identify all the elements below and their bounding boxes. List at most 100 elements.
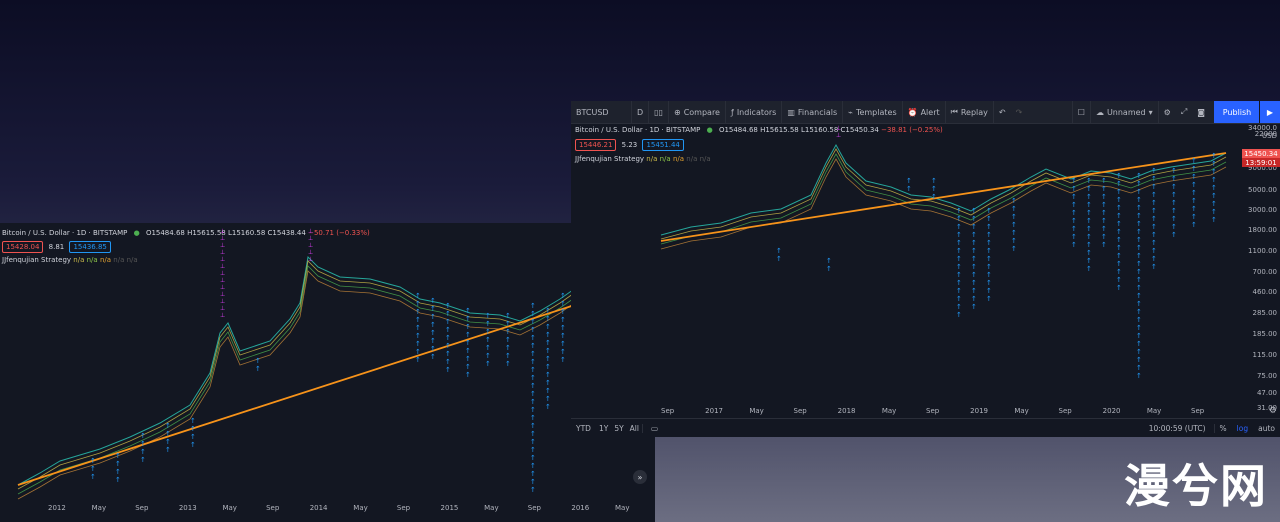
buy-arrow: ↑ (1136, 284, 1142, 292)
buy-arrow: ↑ (140, 448, 146, 456)
buy-arrow: ↑ (1086, 241, 1092, 249)
fullscreen-toggle[interactable]: ☐ (1071, 101, 1090, 123)
expand-button[interactable]: ⤢ (1176, 101, 1192, 123)
compare-label: Compare (683, 107, 720, 117)
buy-arrow: ↑ (1136, 252, 1142, 260)
buy-arrow: ↑ (1136, 324, 1142, 332)
range-ytd[interactable]: YTD (571, 424, 596, 433)
settings-button[interactable]: ⚙ (1157, 101, 1176, 123)
buy-arrow: ↑ (505, 352, 511, 360)
buy-arrow: ↑ (1086, 217, 1092, 225)
buy-arrow: ↑ (545, 339, 551, 347)
y-axis-tick: 460.00 (1252, 288, 1278, 296)
buy-arrow: ↑ (1136, 300, 1142, 308)
x-axis-tick: 2017 (705, 407, 723, 415)
buy-arrow: ↑ (1171, 167, 1177, 175)
redo-button[interactable]: ↷ (1011, 101, 1028, 123)
x-axis-tick: 2020 (1102, 407, 1121, 415)
buy-arrow: ↑ (1151, 207, 1157, 215)
buy-arrow: ↑ (1011, 237, 1017, 245)
sell-marker: ⊥ (220, 235, 225, 242)
buy-arrow: ↑ (1011, 229, 1017, 237)
redo-icon: ↷ (1015, 107, 1023, 117)
indicators-button[interactable]: ƒ Indicators (724, 101, 781, 123)
buy-arrow: ↑ (190, 433, 196, 441)
buy-arrow: ↑ (986, 295, 992, 303)
buy-arrow: ↑ (1136, 244, 1142, 252)
buy-arrow: ↑ (485, 352, 491, 360)
x-axis-tick: May (615, 504, 630, 512)
auto-toggle[interactable]: auto (1253, 424, 1280, 433)
buy-arrow: ↑ (986, 255, 992, 263)
buy-arrow: ↑ (1191, 213, 1197, 221)
sell-marker: ⊥ (220, 263, 225, 270)
left-chart-canvas[interactable]: ↑↑↑↑↑↑↑↑↑↑↑↑↑↑↑↑↑↑↑↑↑↑↑↑↑↑↑↑↑↑↑↑↑↑↑↑↑↑↑↑… (0, 223, 655, 503)
sell-marker: ⊥ (308, 256, 313, 263)
buy-arrow: ↑ (1116, 244, 1122, 252)
buy-arrow: ↑ (986, 263, 992, 271)
undo-button[interactable]: ↶ (992, 101, 1011, 123)
buy-arrow: ↑ (190, 417, 196, 425)
buy-arrow: ↑ (956, 247, 962, 255)
buy-arrow: ↑ (986, 279, 992, 287)
buy-arrow: ↑ (485, 344, 491, 352)
buy-arrow: ↑ (1151, 231, 1157, 239)
buy-arrow: ↑ (415, 324, 421, 332)
buy-arrow: ↑ (530, 366, 536, 374)
buy-arrow: ↑ (445, 358, 451, 366)
log-toggle[interactable]: log (1232, 424, 1253, 433)
x-axis-tick: 2018 (837, 407, 856, 415)
interval-button[interactable]: D (631, 101, 648, 123)
buy-arrow: ↑ (1071, 201, 1077, 209)
buy-arrow: ↑ (956, 207, 962, 215)
publish-label: Publish (1222, 107, 1252, 117)
range-5y[interactable]: 5Y (611, 424, 626, 433)
publish-button[interactable]: Publish (1214, 101, 1260, 123)
goto-date-icon[interactable]: ▭ (641, 424, 666, 433)
percent-toggle[interactable]: % (1213, 424, 1232, 433)
buy-arrow: ↑ (1151, 255, 1157, 263)
range-all[interactable]: All (627, 424, 642, 433)
buy-arrow: ↑ (1116, 284, 1122, 292)
symbol-search[interactable]: BTCUSD (571, 101, 631, 123)
sell-marker: ⊥ (836, 132, 841, 139)
symbol-label: BTCUSD (576, 107, 609, 117)
x-axis-tick: Sep (926, 407, 940, 415)
financials-button[interactable]: ▥ Financials (781, 101, 842, 123)
axis-settings-icon[interactable]: ⚙ (1269, 406, 1277, 416)
bottom-toolbar: YTD 1Y 5Y All ▭ 10:00:59 (UTC) % log aut… (571, 418, 1280, 437)
buy-arrow: ↑ (971, 295, 977, 303)
chart-type-button[interactable]: ▯▯ (648, 101, 668, 123)
moving-average-line (17, 265, 651, 495)
sell-marker: ⊥ (220, 284, 225, 291)
range-1y[interactable]: 1Y (596, 424, 611, 433)
sell-marker: ⊥ (308, 242, 313, 249)
replay-button[interactable]: ⏮ Replay (944, 101, 993, 123)
right-chart-canvas[interactable]: ↑↑ ↑↑↑↑↑↑↑↑↑↑↑↑↑↑↑↑↑↑↑↑↑↑↑↑↑↑↑↑↑↑↑↑↑↑↑↑↑↑… (571, 123, 1241, 413)
layout-button[interactable]: ☁ Unnamed ▾ (1089, 101, 1158, 123)
buy-arrow: ↑ (485, 360, 491, 368)
templates-button[interactable]: ⌁ Templates (842, 101, 902, 123)
layout-name: Unnamed (1106, 107, 1146, 117)
buy-arrow: ↑ (1136, 356, 1142, 364)
buy-arrow: ↑ (530, 318, 536, 326)
buy-arrow: ↑ (1171, 223, 1177, 231)
compare-button[interactable]: ⊕ Compare (667, 101, 725, 123)
buy-arrow: ↑ (465, 315, 471, 323)
play-button[interactable]: ▶ (1259, 101, 1280, 123)
clock[interactable]: 10:00:59 (UTC) (1141, 424, 1214, 433)
right-chart-panel: BTCUSD D ▯▯ ⊕ Compare ƒ Indicators ▥ Financ… (571, 101, 1280, 437)
double-chevron-right-icon[interactable]: » (633, 470, 647, 484)
y-axis-tick: 5000.00 (1248, 186, 1277, 194)
snapshot-button[interactable]: ◙ (1192, 101, 1210, 123)
buy-arrow: ↑ (971, 303, 977, 311)
buy-arrow: ↑ (1086, 257, 1092, 265)
sell-marker: ⊥ (220, 242, 225, 249)
x-axis-tick: Sep (266, 504, 280, 512)
alert-button[interactable]: ⏰ Alert (901, 101, 945, 123)
buy-arrow: ↑ (1151, 183, 1157, 191)
buy-arrow: ↑ (1136, 308, 1142, 316)
top-toolbar: BTCUSD D ▯▯ ⊕ Compare ƒ Indicators ▥ Financ… (571, 101, 1280, 124)
buy-arrow: ↑ (255, 357, 261, 365)
buy-arrow: ↑ (1136, 260, 1142, 268)
